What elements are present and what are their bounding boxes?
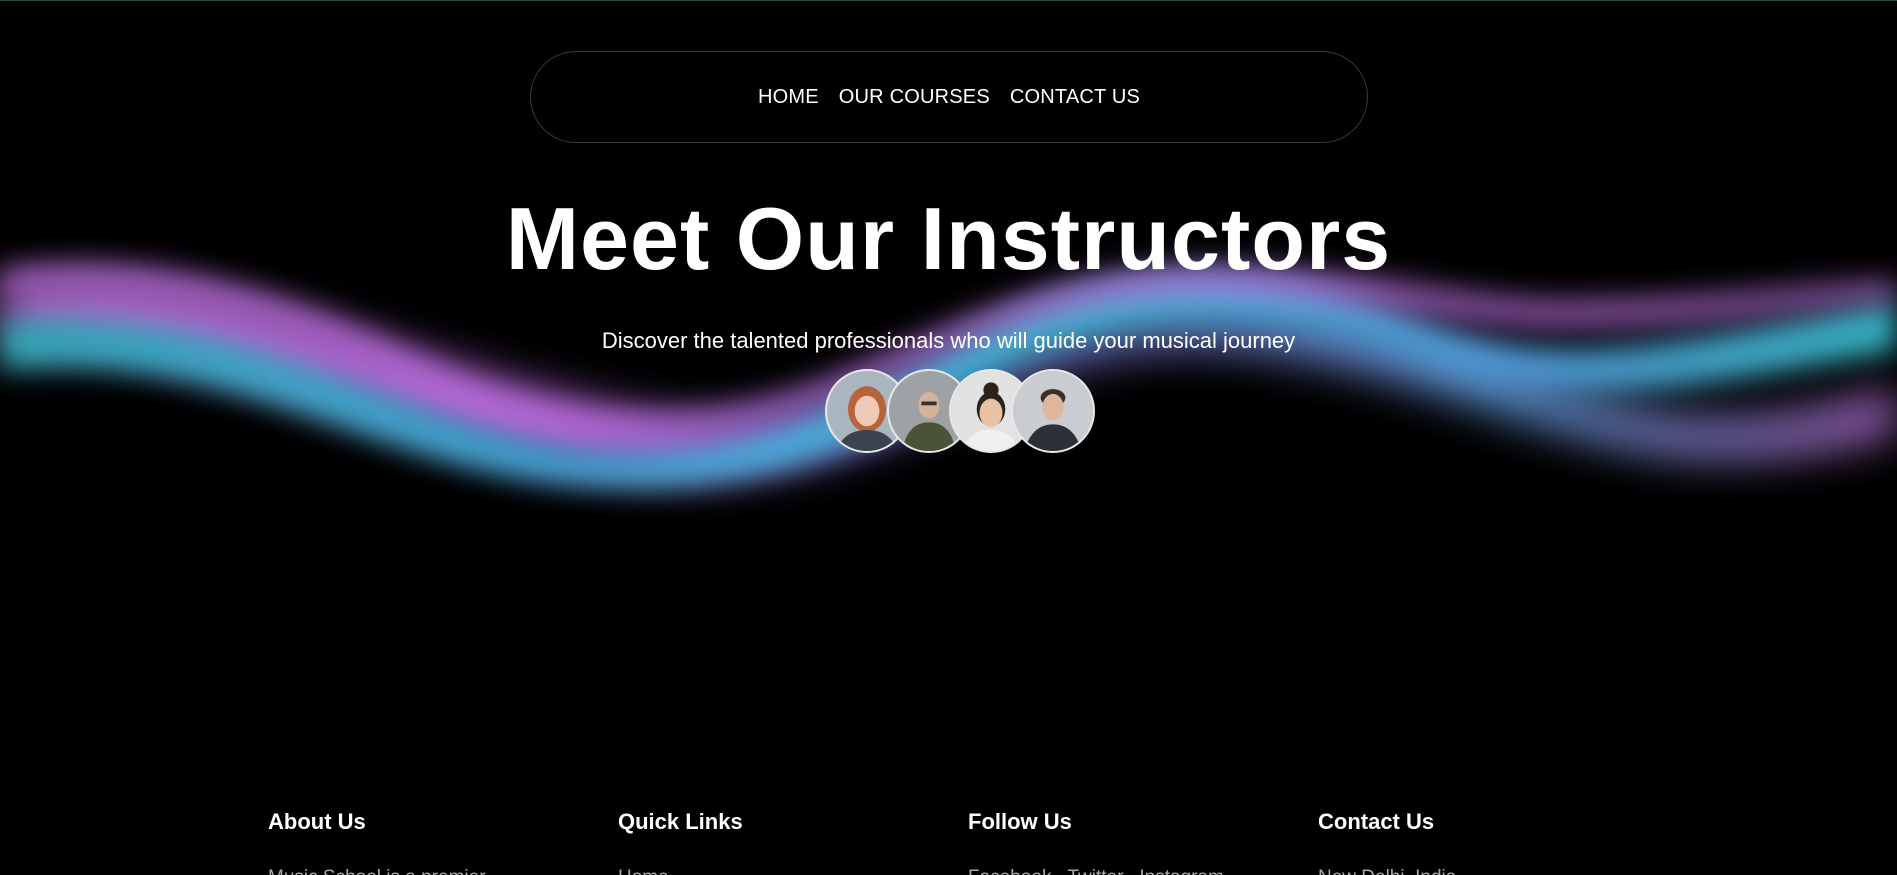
- hero-subtitle: Discover the talented professionals who …: [601, 328, 1296, 353]
- footer-about-heading: About Us: [268, 809, 366, 834]
- site-footer: About Us Music School is a premier Quick…: [268, 806, 1668, 875]
- footer-home-link[interactable]: Home: [618, 867, 669, 875]
- footer-contact-address: New Delhi, India: [1318, 866, 1668, 875]
- footer-quick-links-heading: Quick Links: [618, 809, 743, 834]
- instagram-link[interactable]: Instagram: [1139, 866, 1223, 875]
- footer-about-text: Music School is a premier: [268, 866, 618, 875]
- footer-contact-heading: Contact Us: [1318, 809, 1435, 834]
- nav-contact-us-link[interactable]: CONTACT US: [1010, 86, 1140, 109]
- twitter-link[interactable]: Twitter: [1067, 866, 1123, 875]
- social-links: Facebook Twitter Instagram: [968, 866, 1318, 875]
- footer-contact-column: Contact Us New Delhi, India: [1318, 806, 1668, 875]
- facebook-link[interactable]: Facebook: [968, 866, 1051, 875]
- footer-follow-column: Follow Us Facebook Twitter Instagram: [968, 806, 1318, 875]
- footer-about-column: About Us Music School is a premier: [268, 806, 618, 875]
- instructor-4-avatar[interactable]: [1011, 369, 1095, 453]
- footer-follow-heading: Follow Us: [968, 809, 1072, 834]
- instructor-avatars: [825, 369, 1105, 457]
- page-title: Meet Our Instructors: [505, 189, 1392, 288]
- footer-quick-links-column: Quick Links Home: [618, 806, 968, 875]
- nav-home-link[interactable]: HOME: [758, 86, 819, 109]
- main-navbar: HOME OUR COURSES CONTACT US: [530, 51, 1368, 143]
- page: HOME OUR COURSES CONTACT US Meet Our Ins…: [0, 0, 1897, 875]
- nav-our-courses-link[interactable]: OUR COURSES: [839, 86, 990, 109]
